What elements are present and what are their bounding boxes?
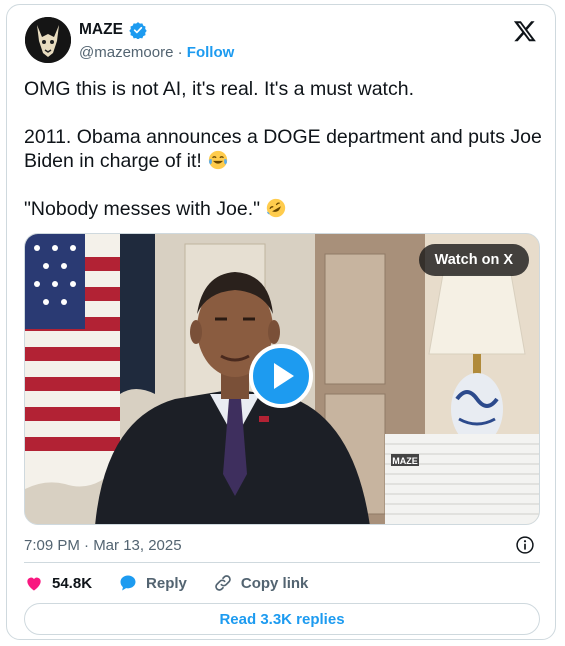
- author-handle-row: @mazemoore · Follow: [79, 44, 234, 61]
- tweet-text: OMG this is not AI, it's real. It's a mu…: [24, 77, 544, 245]
- separator-dot: ·: [177, 44, 183, 61]
- read-replies-button[interactable]: Read 3.3K replies: [24, 603, 540, 635]
- verified-badge-icon: [129, 22, 147, 39]
- rolling-laughing-emoji-icon: [267, 198, 286, 218]
- tweet-paragraph: OMG this is not AI, it's real. It's a mu…: [24, 78, 414, 100]
- author-name[interactable]: MAZE: [79, 21, 123, 39]
- video-watermark: MAZE: [392, 456, 418, 466]
- play-icon: [274, 363, 294, 389]
- link-icon: [215, 575, 231, 591]
- copy-link-label: Copy link: [240, 574, 309, 592]
- avatar[interactable]: [25, 17, 71, 63]
- reply-label: Reply: [146, 574, 187, 592]
- tweet-paragraph: 2011. Obama announces a DOGE department …: [24, 126, 548, 172]
- video-player[interactable]: MAZE Watch on X: [24, 233, 540, 525]
- play-button[interactable]: [249, 344, 313, 408]
- action-bar: 54.8K Reply Copy link: [24, 573, 334, 593]
- reply-button[interactable]: Reply: [118, 573, 187, 593]
- divider: [24, 562, 540, 563]
- like-button[interactable]: 54.8K: [24, 573, 92, 593]
- info-icon[interactable]: [515, 535, 535, 555]
- like-count: 54.8K: [52, 574, 93, 592]
- tweet-paragraph: "Nobody messes with Joe.": [24, 198, 261, 220]
- author-handle[interactable]: @mazemoore: [79, 44, 173, 61]
- post-timestamp[interactable]: 7:09 PM · Mar 13, 2025: [24, 537, 182, 554]
- watch-on-x-button[interactable]: Watch on X: [418, 244, 529, 276]
- follow-button[interactable]: Follow: [187, 44, 235, 61]
- author-name-row: MAZE: [79, 21, 147, 39]
- tears-of-joy-emoji-icon: [209, 150, 228, 170]
- tweet-card: MAZE @mazemoore · Follow OMG this is not…: [6, 4, 556, 640]
- copy-link-button[interactable]: Copy link: [213, 573, 309, 593]
- reply-bubble-icon: [120, 575, 136, 591]
- x-logo-icon[interactable]: [513, 19, 537, 43]
- heart-icon: [27, 577, 41, 591]
